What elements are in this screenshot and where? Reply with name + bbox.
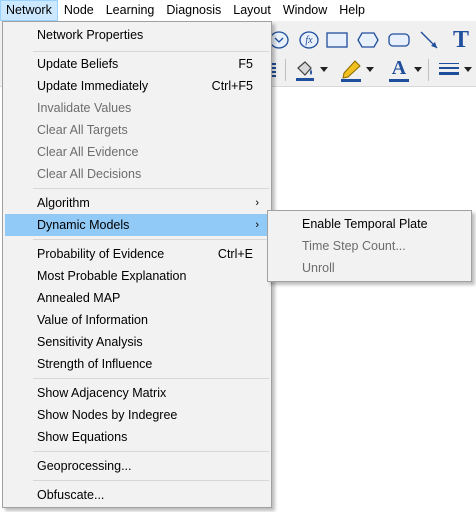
menu-learning[interactable]: Learning [100,0,161,21]
menu-network[interactable]: Network [0,0,58,21]
toolbar-separator [428,59,429,81]
dynamic-models-submenu: Enable Temporal Plate Time Step Count...… [267,210,472,282]
fill-color-icon[interactable] [292,57,318,83]
menu-help[interactable]: Help [333,0,371,21]
menu-item-label: Clear All Evidence [37,145,139,159]
menu-item-label: Show Nodes by Indegree [37,408,178,422]
menu-separator [33,480,269,481]
menu-item-label: Update Immediately [37,79,149,93]
menu-item-label: Show Adjacency Matrix [37,386,167,400]
text-tool-glyph: T [452,26,469,53]
menu-item-show-nodes-by-indegree[interactable]: Show Nodes by Indegree [5,404,269,426]
menu-diagnosis[interactable]: Diagnosis [160,0,227,21]
menu-item-clear-all-targets: Clear All Targets [5,119,269,141]
menu-item-annealed-map[interactable]: Annealed MAP [5,287,269,309]
menu-item-clear-all-decisions: Clear All Decisions [5,163,269,185]
menu-item-update-immediately[interactable]: Update Immediately Ctrl+F5 [5,75,269,97]
shortcut-label: F5 [238,57,253,71]
decision-node-tool-icon[interactable] [324,27,350,53]
menu-item-dynamic-models[interactable]: Dynamic Models › [5,214,269,236]
menu-item-obfuscate[interactable]: Obfuscate... [5,484,269,506]
menu-item-label: Time Step Count... [302,239,406,253]
menu-item-label: Probability of Evidence [37,247,165,261]
network-menu: Network Properties Update Beliefs F5 Upda… [2,21,272,508]
menu-item-sensitivity-analysis[interactable]: Sensitivity Analysis [5,331,269,353]
menu-layout[interactable]: Layout [227,0,277,21]
menu-item-show-adjacency-matrix[interactable]: Show Adjacency Matrix [5,382,269,404]
toolbar-separator [285,59,286,81]
shortcut-label: Ctrl+F5 [211,79,253,93]
menu-item-label: Show Equations [37,430,128,444]
menu-item-label: Clear All Targets [37,123,128,137]
menu-item-probability-of-evidence[interactable]: Probability of Evidence Ctrl+E [5,243,269,265]
function-node-glyph: fx [305,34,313,46]
menu-item-label: Algorithm [37,196,90,210]
menu-item-label: Sensitivity Analysis [37,335,143,349]
menu-item-update-beliefs[interactable]: Update Beliefs F5 [5,53,269,75]
font-color-glyph: A [391,56,407,79]
menu-item-show-equations[interactable]: Show Equations [5,426,269,448]
arc-tool-icon[interactable] [416,27,442,53]
submodel-tool-icon[interactable] [386,27,412,53]
menu-item-most-probable-explanation[interactable]: Most Probable Explanation [5,265,269,287]
text-tool-icon[interactable]: T [448,27,474,53]
function-node-tool-icon[interactable]: fx [296,27,322,53]
menu-node[interactable]: Node [58,0,100,21]
line-color-pencil-icon[interactable] [338,57,364,83]
menu-window[interactable]: Window [277,0,333,21]
menu-item-network-properties[interactable]: Network Properties [5,24,269,46]
menu-item-value-of-information[interactable]: Value of Information [5,309,269,331]
font-color-icon[interactable]: A [386,57,412,83]
menu-item-strength-of-influence[interactable]: Strength of Influence [5,353,269,375]
menu-item-label: Most Probable Explanation [37,269,187,283]
menu-item-label: Invalidate Values [37,101,132,115]
menu-item-label: Annealed MAP [37,291,121,305]
menu-separator [33,239,269,240]
submenu-item-enable-temporal-plate[interactable]: Enable Temporal Plate [270,213,469,235]
menu-item-label: Clear All Decisions [37,167,142,181]
menu-item-label: Strength of Influence [37,357,153,371]
font-color-bar [389,79,409,82]
menu-bar: Network Node Learning Diagnosis Layout W… [0,0,476,21]
menu-item-label: Dynamic Models [37,218,130,232]
menu-item-label: Enable Temporal Plate [302,217,428,231]
menu-item-geoprocessing[interactable]: Geoprocessing... [5,455,269,477]
shortcut-label: Ctrl+E [217,247,253,261]
menu-item-label: Network Properties [37,28,144,42]
menu-separator [33,188,269,189]
line-width-icon[interactable] [436,57,462,83]
line-width-dropdown-icon[interactable] [462,57,474,83]
menu-item-label: Geoprocessing... [37,459,132,473]
menu-item-algorithm[interactable]: Algorithm › [5,192,269,214]
menu-item-label: Unroll [302,261,335,275]
menu-item-invalidate-values: Invalidate Values [5,97,269,119]
fill-color-dropdown-icon[interactable] [318,57,330,83]
chevron-right-icon: › [255,197,259,209]
menu-separator [33,378,269,379]
submenu-item-time-step-count: Time Step Count... [270,235,469,257]
menu-item-clear-all-evidence: Clear All Evidence [5,141,269,163]
utility-node-tool-icon[interactable] [355,27,381,53]
menu-item-label: Obfuscate... [37,488,105,502]
font-color-dropdown-icon[interactable] [412,57,424,83]
menu-separator [33,451,269,452]
menu-item-label: Update Beliefs [37,57,119,71]
submenu-item-unroll: Unroll [270,257,469,279]
line-color-dropdown-icon[interactable] [364,57,376,83]
menu-separator [33,51,269,52]
chevron-right-icon: › [255,219,259,231]
menu-item-label: Value of Information [37,313,148,327]
